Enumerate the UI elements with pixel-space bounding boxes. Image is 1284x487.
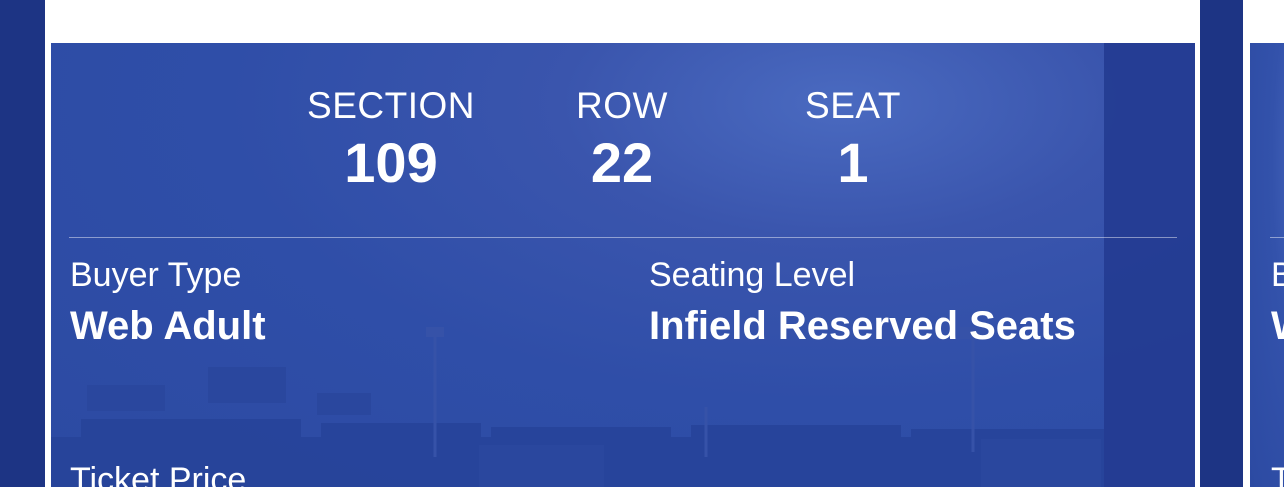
next-buyer-type-label: B: [1271, 256, 1284, 294]
next-card-divider: [1270, 237, 1284, 238]
card-right-shade: [1104, 43, 1195, 487]
next-buyer-type-value: W: [1271, 303, 1284, 349]
buyer-type-label: Buyer Type: [70, 256, 242, 294]
buyer-type-block: Buyer Type Web Adult: [70, 255, 266, 349]
section-block: SECTION 109: [291, 85, 491, 195]
buyer-type-value: Web Adult: [70, 304, 266, 348]
seating-level-label: Seating Level: [649, 256, 856, 294]
seating-level-block: Seating Level Infield Reserved Seats: [649, 255, 1076, 349]
row-label: ROW: [576, 85, 668, 126]
ticket-card[interactable]: SECTION 109 ROW 22 SEAT 1 Buyer Type Web…: [51, 43, 1195, 487]
seat-block: SEAT 1: [753, 85, 953, 195]
seat-label: SEAT: [805, 85, 901, 126]
next-ticket-card[interactable]: B W T: [1250, 43, 1284, 487]
row-value: 22: [590, 131, 654, 194]
ticket-price-label: Ticket Price: [70, 461, 247, 487]
seat-value: 1: [837, 131, 869, 194]
ticket-carousel[interactable]: SECTION 109 ROW 22 SEAT 1 Buyer Type Web…: [0, 0, 1284, 487]
section-value: 109: [344, 131, 438, 194]
row-block: ROW 22: [522, 85, 722, 195]
divider: [69, 237, 1177, 238]
section-label: SECTION: [307, 85, 475, 126]
seating-level-value: Infield Reserved Seats: [649, 304, 1076, 348]
next-ticket-price-label: T: [1271, 461, 1284, 487]
